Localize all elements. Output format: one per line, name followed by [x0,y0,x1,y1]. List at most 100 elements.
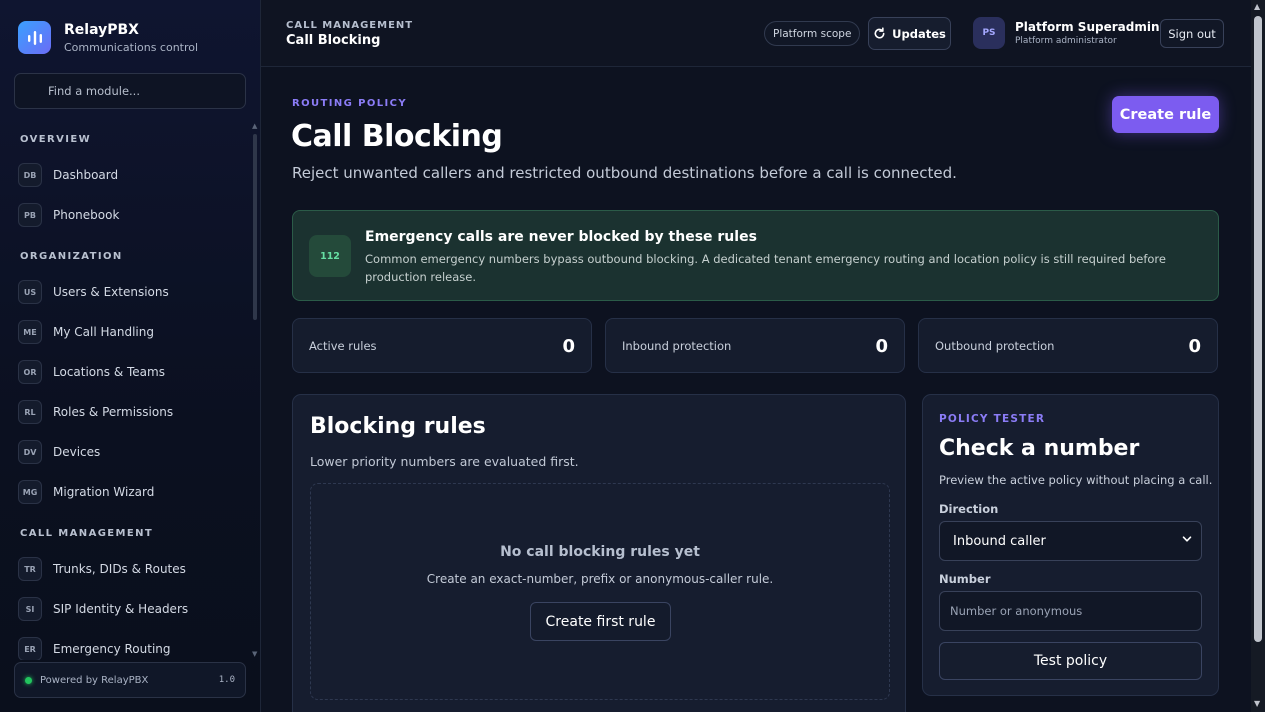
sidebar-item-label: Roles & Permissions [53,405,174,419]
roles-icon: RL [18,400,42,424]
emergency-notice-text: Common emergency numbers bypass outbound… [365,252,1166,284]
brand-name: RelayPBX [64,21,139,38]
tester-eyebrow: POLICY TESTER [939,413,1046,425]
users-icon: US [18,280,42,304]
sidebar-item-trunks[interactable]: TR Trunks, DIDs & Routes [0,549,252,589]
policy-tester-card: POLICY TESTER Check a number Preview the… [922,394,1219,696]
phonebook-icon: PB [18,203,42,227]
breadcrumb-title: Call Blocking [286,33,381,48]
stat-value: 0 [562,336,575,357]
page-eyebrow: ROUTING POLICY [292,98,408,109]
scroll-down-icon[interactable]: ▼ [252,650,257,658]
number-input[interactable] [939,591,1202,631]
status-dot-icon [25,676,32,684]
stat-inbound-protection: Inbound protection 0 [605,318,905,373]
empty-state-text: Create an exact-number, prefix or anonym… [426,572,774,586]
dashboard-icon: DB [18,163,42,187]
sidebar-item-phonebook[interactable]: PB Phonebook [0,195,252,235]
stat-label: Outbound protection [935,339,1055,353]
tester-title: Check a number [939,436,1140,461]
stat-outbound-protection: Outbound protection 0 [918,318,1218,373]
sidebar-scroll-thumb[interactable] [253,134,257,320]
module-search-input[interactable] [14,73,246,109]
stat-value: 0 [875,336,888,357]
rules-subtitle: Lower priority numbers are evaluated fir… [310,454,579,469]
trunks-icon: TR [18,557,42,581]
direction-selected-value: Inbound caller [953,533,1046,549]
rules-title: Blocking rules [310,414,486,439]
create-first-rule-button[interactable]: Create first rule [530,602,671,641]
page-subtitle: Reject unwanted callers and restricted o… [292,164,957,182]
user-name: Platform Superadmin [1015,20,1160,34]
blocking-rules-card: Blocking rules Lower priority numbers ar… [292,394,906,712]
create-rule-button[interactable]: Create rule [1112,96,1219,133]
sidebar-item-label: Locations & Teams [53,365,165,379]
sidebar-item-my-call-handling[interactable]: ME My Call Handling [0,312,252,352]
main-content: ROUTING POLICY Call Blocking Reject unwa… [261,67,1251,712]
brand[interactable]: RelayPBX Communications control [18,21,198,54]
scroll-up-icon[interactable]: ▲ [252,122,257,130]
nav-section-overview: OVERVIEW [20,134,92,145]
stat-active-rules: Active rules 0 [292,318,592,373]
sidebar: RelayPBX Communications control OVERVIEW… [0,0,261,712]
user-role: Platform administrator [1015,36,1117,46]
nav-section-organization: ORGANIZATION [20,251,123,262]
empty-state: No call blocking rules yet Create an exa… [310,483,890,700]
locations-icon: OR [18,360,42,384]
sidebar-item-emergency-routing[interactable]: ER Emergency Routing [0,629,252,660]
chevron-down-icon [1182,536,1192,542]
sip-icon: SI [18,597,42,621]
sidebar-item-sip-identity[interactable]: SI SIP Identity & Headers [0,589,252,629]
breadcrumb-section: CALL MANAGEMENT [286,20,414,31]
direction-select[interactable]: Inbound caller [939,521,1202,561]
sidebar-scrollbar[interactable]: ▲ ▼ [252,122,258,662]
refresh-icon [874,27,885,39]
avatar[interactable]: PS [973,17,1005,49]
emergency-notice: 112 Emergency calls are never blocked by… [292,210,1219,301]
topbar: CALL MANAGEMENT Call Blocking Platform s… [261,0,1251,67]
brand-subtitle: Communications control [64,40,199,54]
sidebar-item-label: Trunks, DIDs & Routes [53,562,186,576]
sidebar-item-users[interactable]: US Users & Extensions [0,272,252,312]
version-label: 1.0 [218,675,235,685]
devices-icon: DV [18,440,42,464]
nav-section-call-management: CALL MANAGEMENT [20,528,154,539]
scope-badge: Platform scope [764,21,861,46]
powered-by-badge: Powered by RelayPBX 1.0 [14,662,246,698]
call-handling-icon: ME [18,320,42,344]
emergency-number-badge: 112 [309,235,351,277]
sidebar-item-label: Users & Extensions [53,285,169,299]
window-scroll-thumb[interactable] [1254,16,1262,642]
direction-label: Direction [939,502,999,516]
number-label: Number [939,572,991,586]
sign-out-button[interactable]: Sign out [1160,19,1224,48]
updates-label: Updates [892,26,946,41]
stat-label: Inbound protection [622,339,732,353]
sidebar-item-label: Dashboard [53,168,119,182]
test-policy-button[interactable]: Test policy [939,642,1202,680]
scroll-down-icon[interactable]: ▼ [1254,699,1260,708]
scroll-up-icon[interactable]: ▲ [1254,2,1260,11]
stat-label: Active rules [309,339,377,353]
emergency-icon: ER [18,637,42,660]
stat-value: 0 [1188,336,1201,357]
sidebar-item-roles[interactable]: RL Roles & Permissions [0,392,252,432]
migration-icon: MG [18,480,42,504]
sidebar-item-label: Devices [53,445,101,459]
emergency-notice-title: Emergency calls are never blocked by the… [365,229,757,245]
sidebar-item-label: My Call Handling [53,325,154,339]
sidebar-item-label: SIP Identity & Headers [53,602,189,616]
sidebar-item-label: Emergency Routing [53,642,171,656]
sidebar-item-locations[interactable]: OR Locations & Teams [0,352,252,392]
window-scrollbar[interactable]: ▲ ▼ [1251,0,1265,712]
updates-button[interactable]: Updates [868,17,951,50]
sidebar-nav: OVERVIEW DB Dashboard PB Phonebook ORGAN… [0,120,252,660]
sidebar-item-devices[interactable]: DV Devices [0,432,252,472]
sidebar-item-label: Phonebook [53,208,120,222]
powered-by-text: Powered by RelayPBX [40,674,149,686]
tester-subtitle: Preview the active policy without placin… [939,473,1213,487]
sidebar-item-label: Migration Wizard [53,485,155,499]
sidebar-item-migration[interactable]: MG Migration Wizard [0,472,252,512]
sidebar-item-dashboard[interactable]: DB Dashboard [0,155,252,195]
page-title: Call Blocking [291,119,503,154]
